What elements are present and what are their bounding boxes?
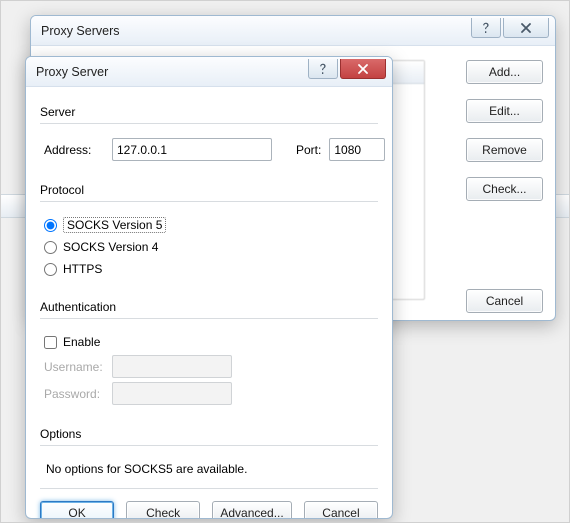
radio-socks4[interactable] <box>44 241 57 254</box>
close-button[interactable] <box>503 18 549 38</box>
options-note: No options for SOCKS5 are available. <box>46 462 372 476</box>
close-button[interactable] <box>340 59 386 79</box>
port-input[interactable] <box>329 138 385 161</box>
authentication-group: Authentication Enable Username: Password… <box>40 294 378 417</box>
check-button[interactable]: Check <box>126 501 200 519</box>
server-group: Server Address: Port: <box>40 99 378 173</box>
cancel-button[interactable]: Cancel <box>466 289 543 313</box>
group-title: Protocol <box>40 183 378 197</box>
remove-button[interactable]: Remove <box>466 138 543 162</box>
radio-socks5[interactable] <box>44 219 57 232</box>
password-label: Password: <box>44 387 104 401</box>
close-icon <box>520 23 532 33</box>
radio-socks4-label: SOCKS Version 4 <box>63 240 158 254</box>
protocol-group: Protocol SOCKS Version 5 SOCKS Version 4… <box>40 177 378 290</box>
username-label: Username: <box>44 360 104 374</box>
enable-auth-checkbox[interactable] <box>44 336 57 349</box>
radio-https[interactable] <box>44 263 57 276</box>
advanced-button[interactable]: Advanced... <box>212 501 292 519</box>
group-title: Server <box>40 105 378 119</box>
screenshot-stage: Proxy Servers <box>0 0 570 523</box>
options-group: Options No options for SOCKS5 are availa… <box>40 421 378 488</box>
address-label: Address: <box>44 143 104 157</box>
group-title: Authentication <box>40 300 378 314</box>
enable-auth-label: Enable <box>63 335 100 349</box>
ok-button[interactable]: OK <box>40 501 114 519</box>
window-title: Proxy Servers <box>41 24 120 38</box>
help-icon <box>318 63 328 75</box>
password-input <box>112 382 232 405</box>
titlebar[interactable]: Proxy Servers <box>31 16 555 46</box>
help-button[interactable] <box>308 59 338 79</box>
add-button[interactable]: Add... <box>466 60 543 84</box>
port-label: Port: <box>296 143 321 157</box>
dialog-client: Server Address: Port: Protocol SOCK <box>26 87 392 518</box>
address-input[interactable] <box>112 138 272 161</box>
proxy-server-dialog: Proxy Server Server <box>25 56 393 519</box>
username-input <box>112 355 232 378</box>
check-button[interactable]: Check... <box>466 177 543 201</box>
dialog-title: Proxy Server <box>36 65 108 79</box>
dialog-footer: OK Check Advanced... Cancel <box>40 488 378 519</box>
cancel-button[interactable]: Cancel <box>304 501 378 519</box>
close-icon <box>357 64 369 74</box>
radio-socks5-label: SOCKS Version 5 <box>63 217 166 233</box>
titlebar[interactable]: Proxy Server <box>26 57 392 87</box>
spacer <box>466 216 543 274</box>
window-controls <box>471 18 549 38</box>
window-controls <box>308 59 386 79</box>
edit-button[interactable]: Edit... <box>466 99 543 123</box>
help-icon <box>481 22 491 34</box>
side-buttons: Add... Edit... Remove Check... Cancel <box>466 60 543 313</box>
help-button[interactable] <box>471 18 501 38</box>
group-title: Options <box>40 427 378 441</box>
radio-https-label: HTTPS <box>63 262 102 276</box>
